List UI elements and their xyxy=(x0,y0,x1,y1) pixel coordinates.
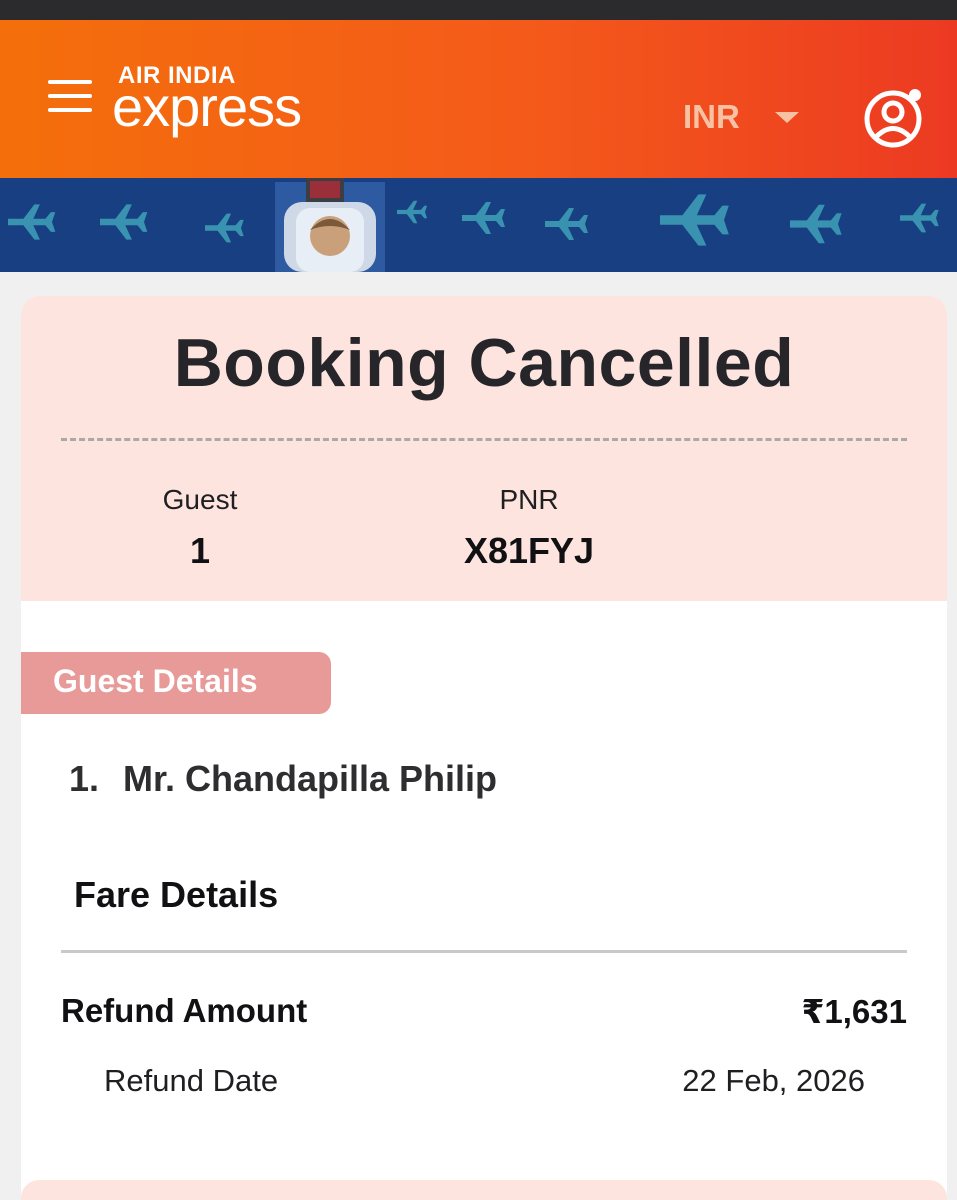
hamburger-menu-icon[interactable] xyxy=(48,78,94,114)
refund-date-value: 22 Feb, 2026 xyxy=(682,1063,865,1098)
guest-label: Guest xyxy=(162,484,238,515)
airplane-pattern-icons xyxy=(8,194,939,246)
guest-details-heading: Guest Details xyxy=(53,663,258,699)
dashed-divider xyxy=(61,438,907,441)
brand-logo-line2: express xyxy=(112,75,302,138)
chevron-down-icon xyxy=(775,112,799,123)
pnr-info: PNR X81FYJ xyxy=(429,484,629,572)
currency-selector[interactable]: INR xyxy=(683,96,803,140)
app-header: AIR INDIA express INR xyxy=(0,20,957,178)
user-profile-icon[interactable] xyxy=(863,87,925,149)
guest-details-tag: Guest Details xyxy=(21,652,331,714)
page-title: Booking Cancelled xyxy=(173,325,795,401)
status-bar xyxy=(0,0,957,20)
brand-logo[interactable]: AIR INDIA express xyxy=(112,60,342,160)
refund-amount-label: Refund Amount xyxy=(61,992,308,1029)
next-card-edge xyxy=(21,1180,947,1200)
guest-number: 1. xyxy=(69,758,100,799)
fare-details-heading: Fare Details xyxy=(74,874,279,915)
guest-name: Mr. Chandapilla Philip xyxy=(123,758,498,799)
pnr-value: X81FYJ xyxy=(463,530,595,571)
traveler-illustration xyxy=(275,178,385,272)
fare-divider xyxy=(61,950,907,953)
currency-label: INR xyxy=(683,98,740,135)
guest-info: Guest 1 xyxy=(125,484,275,572)
booking-summary: Booking Cancelled Guest 1 PNR X81FYJ xyxy=(21,296,947,601)
pnr-label: PNR xyxy=(499,484,559,515)
guest-count: 1 xyxy=(189,530,211,571)
booking-card: Booking Cancelled Guest 1 PNR X81FYJ Gue… xyxy=(21,296,947,1200)
promo-banner xyxy=(0,178,957,272)
list-item: 1. Mr. Chandapilla Philip xyxy=(69,758,497,800)
refund-amount-value: ₹1,631 xyxy=(801,993,907,1030)
refund-date-label: Refund Date xyxy=(104,1063,279,1098)
